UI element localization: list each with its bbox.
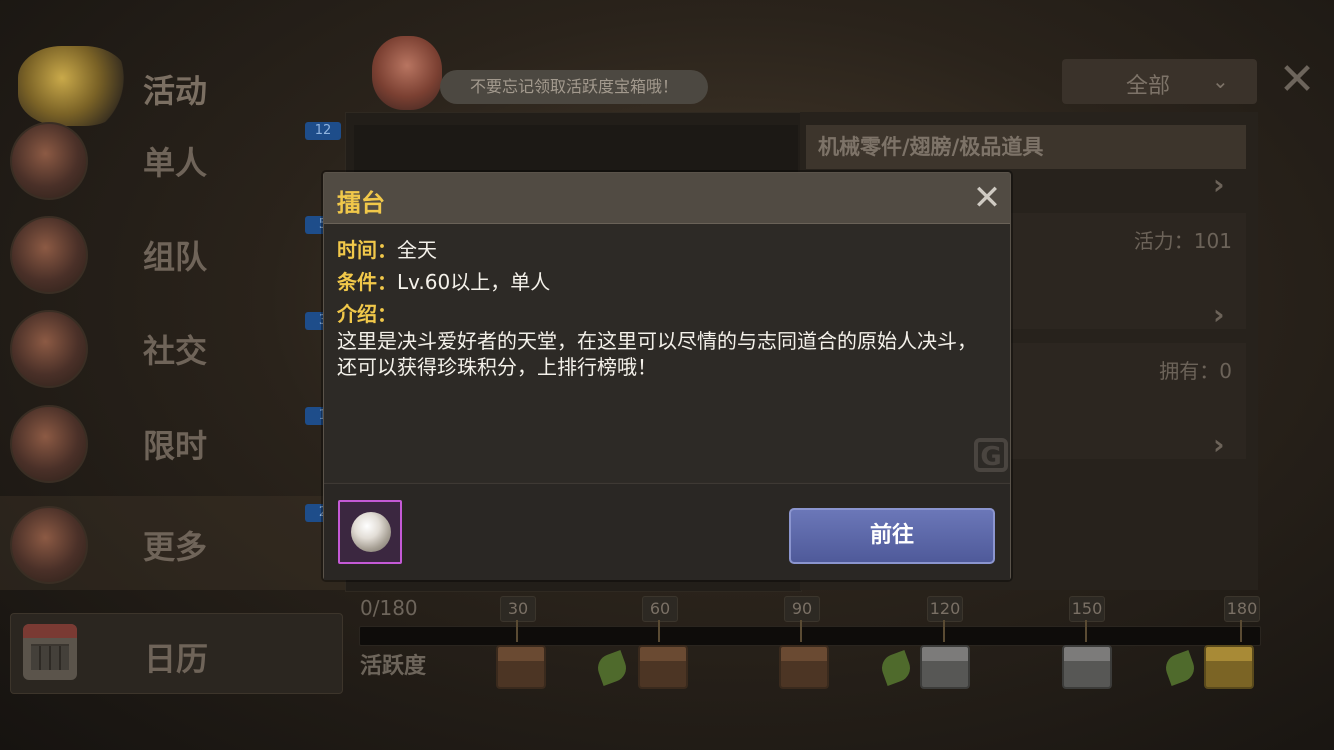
silver-chest-icon[interactable]: [920, 645, 970, 689]
team-avatar-icon: [10, 216, 88, 294]
filter-dropdown[interactable]: 全部 ⌄: [1062, 59, 1257, 104]
pearl-icon: [351, 512, 391, 552]
stamina-text: 活力：101: [1133, 229, 1232, 253]
activity-progress-bar: [359, 626, 1261, 646]
page-title: 活动: [143, 72, 208, 110]
chevron-right-icon[interactable]: ›: [1213, 168, 1225, 201]
sidebar-item-label: 限时: [143, 427, 208, 465]
more-avatar-icon: [10, 506, 88, 584]
milestone-tick: [943, 620, 945, 642]
milestone-label: 180: [1224, 596, 1260, 622]
sidebar-header: 活动: [0, 30, 345, 126]
sidebar-item-label: 单人: [143, 144, 208, 182]
modal-footer: 前往: [324, 483, 1010, 580]
tip-bubble: 不要忘记领取活跃度宝箱哦！: [440, 70, 708, 104]
hourglass-avatar-icon: [10, 405, 88, 483]
watermark-logo: G: [974, 438, 1008, 472]
intro-key: 介绍：: [337, 302, 397, 326]
activity-detail-modal: 擂台 ✕ 时间：全天 条件：Lv.60以上，单人 介绍： 这里是决斗爱好者的天堂…: [323, 172, 1011, 580]
time-value: 全天: [397, 238, 437, 262]
chest-icon[interactable]: [779, 645, 829, 689]
modal-body: 时间：全天 条件：Lv.60以上，单人 介绍： 这里是决斗爱好者的天堂，在这里可…: [324, 224, 1010, 482]
calendar-label: 日历: [144, 640, 209, 678]
milestone-tick: [1240, 620, 1242, 642]
sidebar-item-more[interactable]: 更多 2: [0, 496, 345, 590]
milestone-label: 60: [642, 596, 678, 622]
activity-sidebar: 活动 单人 12 组队 5 社交 3 限时 1 更多 2 日历: [0, 0, 345, 750]
sidebar-item-team[interactable]: 组队 5: [0, 206, 345, 300]
npc-girl-icon: [372, 36, 442, 110]
close-icon[interactable]: ✕: [1277, 58, 1317, 102]
condition-value: Lv.60以上，单人: [397, 270, 551, 294]
gold-chest-icon[interactable]: [1204, 645, 1254, 689]
intro-row: 介绍：: [337, 298, 397, 327]
filter-selected: 全部: [1126, 74, 1171, 99]
milestone-tick: [1085, 620, 1087, 642]
activity-label: 活跃度: [360, 654, 427, 679]
modal-header: 擂台 ✕: [324, 173, 1010, 224]
reward-header: 机械零件/翅膀/极品道具: [806, 125, 1246, 169]
calendar-button[interactable]: 日历: [10, 613, 343, 694]
time-row: 时间：全天: [337, 234, 437, 263]
social-avatar-icon: [10, 310, 88, 388]
chevron-right-icon[interactable]: ›: [1213, 428, 1225, 461]
sidebar-item-solo[interactable]: 单人 12: [0, 112, 345, 206]
owned-text: 拥有：0: [1159, 359, 1232, 383]
milestone-tick: [800, 620, 802, 642]
close-icon[interactable]: ✕: [970, 180, 1004, 216]
chest-icon[interactable]: [638, 645, 688, 689]
condition-row: 条件：Lv.60以上，单人: [337, 266, 550, 295]
sidebar-item-label: 组队: [143, 238, 208, 276]
sidebar-item-label: 更多: [143, 528, 208, 566]
chevron-right-icon[interactable]: ›: [1213, 298, 1225, 331]
calendar-icon: [23, 624, 77, 680]
time-key: 时间：: [337, 238, 397, 262]
milestone-tick: [516, 620, 518, 642]
milestone-label: 30: [500, 596, 536, 622]
solo-avatar-icon: [10, 122, 88, 200]
mech-chest-icon[interactable]: [1062, 645, 1112, 689]
description-text: 这里是决斗爱好者的天堂，在这里可以尽情的与志同道合的原始人决斗，还可以获得珍珠积…: [337, 329, 977, 379]
condition-key: 条件：: [337, 270, 397, 294]
count-badge: 12: [305, 122, 341, 140]
chevron-down-icon: ⌄: [1212, 69, 1229, 93]
go-button[interactable]: 前往: [789, 508, 995, 564]
sidebar-item-label: 社交: [143, 332, 208, 370]
chest-icon[interactable]: [496, 645, 546, 689]
milestone-tick: [658, 620, 660, 642]
modal-title: 擂台: [337, 189, 385, 217]
activity-progress-text: 0/180: [360, 596, 418, 620]
milestone-label: 90: [784, 596, 820, 622]
sidebar-item-social[interactable]: 社交 3: [0, 300, 345, 394]
milestone-label: 150: [1069, 596, 1105, 622]
milestone-label: 120: [927, 596, 963, 622]
sidebar-item-limited[interactable]: 限时 1: [0, 395, 345, 489]
reward-item-slot[interactable]: [338, 500, 402, 564]
